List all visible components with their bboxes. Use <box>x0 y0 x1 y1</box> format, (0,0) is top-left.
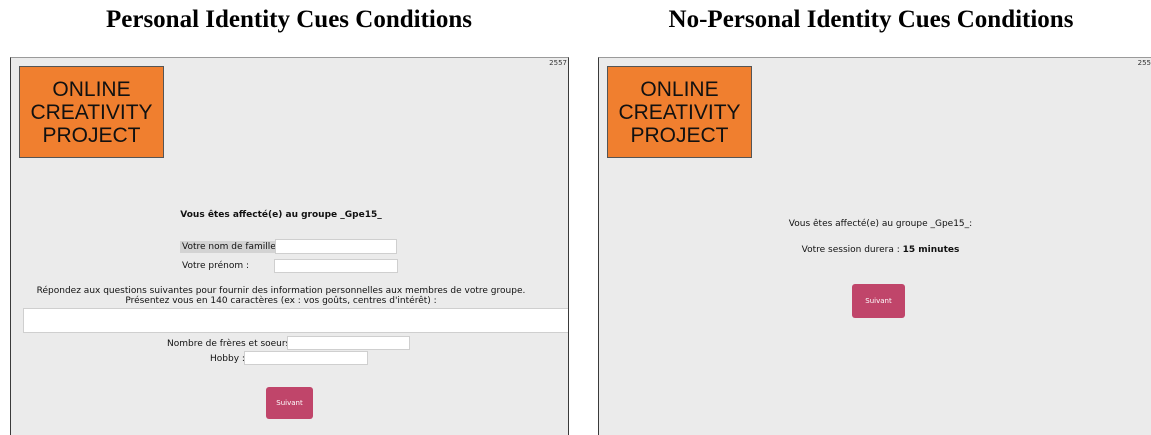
panel-id: 2557 <box>549 59 567 67</box>
heading-no-personal-identity: No-Personal Identity Cues Conditions <box>668 6 1074 33</box>
hobby-label: Hobby : <box>210 354 245 364</box>
online-creativity-project-logo: ONLINE CREATIVITY PROJECT <box>19 66 164 158</box>
siblings-input[interactable] <box>287 336 410 350</box>
session-value: 15 minutes <box>902 245 960 255</box>
panel-id: 255 <box>1137 59 1151 67</box>
online-creativity-project-logo: ONLINE CREATIVITY PROJECT <box>607 66 752 158</box>
hobby-input[interactable] <box>244 351 368 365</box>
last-name-label: Votre nom de famille : <box>180 241 284 253</box>
panel-no-personal-identity: 255 ONLINE CREATIVITY PROJECT Vous êtes … <box>598 57 1151 435</box>
instructions-line-2: Présentez vous en 140 caractères (ex : v… <box>125 296 437 306</box>
next-button[interactable]: Suivant <box>852 284 905 318</box>
last-name-input[interactable] <box>275 239 397 254</box>
group-assignment-text: Vous êtes affecté(e) au groupe _Gpe15_: <box>788 219 973 229</box>
first-name-input[interactable] <box>274 259 398 273</box>
panel-personal-identity: 2557 ONLINE CREATIVITY PROJECT Vous êtes… <box>10 57 569 435</box>
session-duration-text: Votre session durera : 15 minutes <box>599 245 1151 255</box>
instructions-line-1: Répondez aux questions suivantes pour fo… <box>36 286 526 296</box>
first-name-label: Votre prénom : <box>182 261 250 271</box>
self-presentation-input[interactable] <box>23 308 568 333</box>
session-label: Votre session durera : <box>801 245 903 255</box>
siblings-label: Nombre de frères et soeurs : <box>167 339 297 349</box>
heading-personal-identity: Personal Identity Cues Conditions <box>105 6 472 33</box>
group-assignment-text: Vous êtes affecté(e) au groupe _Gpe15_ <box>180 210 382 220</box>
next-button[interactable]: Suivant <box>266 387 313 419</box>
